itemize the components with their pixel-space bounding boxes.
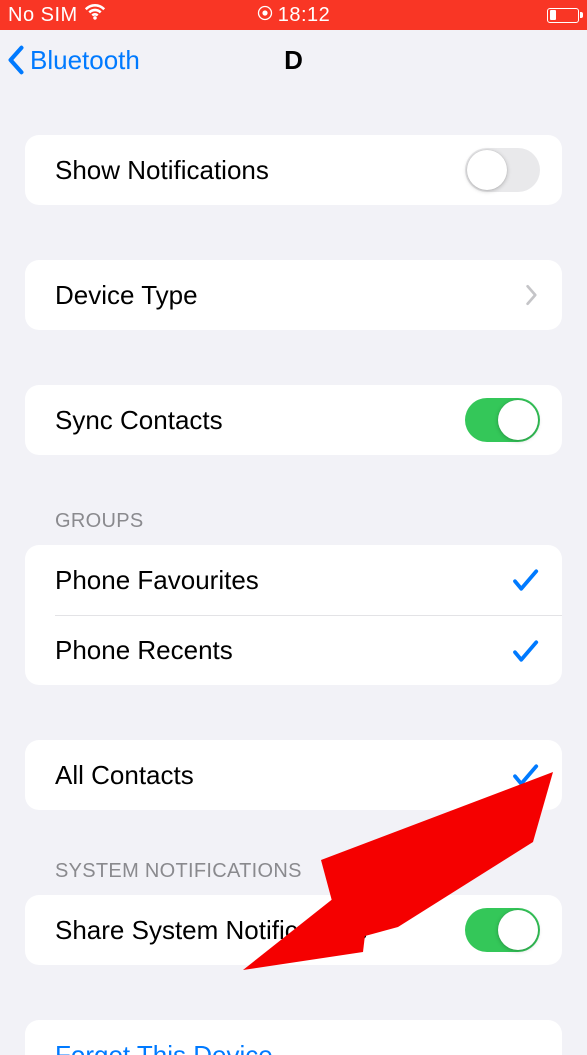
back-button[interactable]: Bluetooth [0,45,140,76]
status-right [389,8,579,23]
battery-icon [547,8,579,23]
status-bar: No SIM 18:12 [0,0,587,30]
row-all-contacts[interactable]: All Contacts [25,740,562,810]
toggle-share-system-notifications[interactable] [465,908,540,952]
label-sync-contacts: Sync Contacts [55,405,465,436]
row-phone-favourites[interactable]: Phone Favourites [25,545,562,615]
checkmark-icon [510,565,540,595]
section-header-groups: GROUPS [55,510,562,533]
group-sync-contacts: Sync Contacts [25,385,562,455]
row-device-type[interactable]: Device Type [25,260,562,330]
checkmark-icon [510,760,540,790]
toggle-sync-contacts[interactable] [465,398,540,442]
label-phone-favourites: Phone Favourites [55,565,510,596]
carrier-text: No SIM [8,4,78,27]
section-header-system-notifications: SYSTEM NOTIFICATIONS [55,860,562,883]
group-system-notifications: Share System Notifications [25,895,562,965]
toggle-show-notifications[interactable] [465,148,540,192]
row-share-system-notifications[interactable]: Share System Notifications [25,895,562,965]
status-center: 18:12 [198,4,388,27]
forget-label: Forget This Device [55,1040,273,1055]
clock-text: 18:12 [278,4,331,27]
checkmark-icon [510,636,540,666]
label-show-notifications: Show Notifications [55,155,465,186]
label-all-contacts: All Contacts [55,760,510,791]
group-all-contacts: All Contacts [25,740,562,810]
recording-icon [257,4,273,27]
label-phone-recents: Phone Recents [55,635,510,666]
label-share-system-notifications: Share System Notifications [55,915,465,946]
label-device-type: Device Type [55,280,524,311]
back-label: Bluetooth [30,45,140,76]
status-left: No SIM [8,3,198,27]
group-groups: Phone Favourites Phone Recents [25,545,562,685]
chevron-left-icon [6,45,26,75]
row-show-notifications[interactable]: Show Notifications [25,135,562,205]
forget-this-device-button[interactable]: Forget This Device [25,1020,562,1055]
nav-bar: Bluetooth D [0,30,587,90]
group-show-notifications: Show Notifications [25,135,562,205]
row-phone-recents[interactable]: Phone Recents [55,615,562,685]
group-device-type: Device Type [25,260,562,330]
row-sync-contacts[interactable]: Sync Contacts [25,385,562,455]
wifi-icon [84,3,106,27]
chevron-right-icon [524,283,540,307]
